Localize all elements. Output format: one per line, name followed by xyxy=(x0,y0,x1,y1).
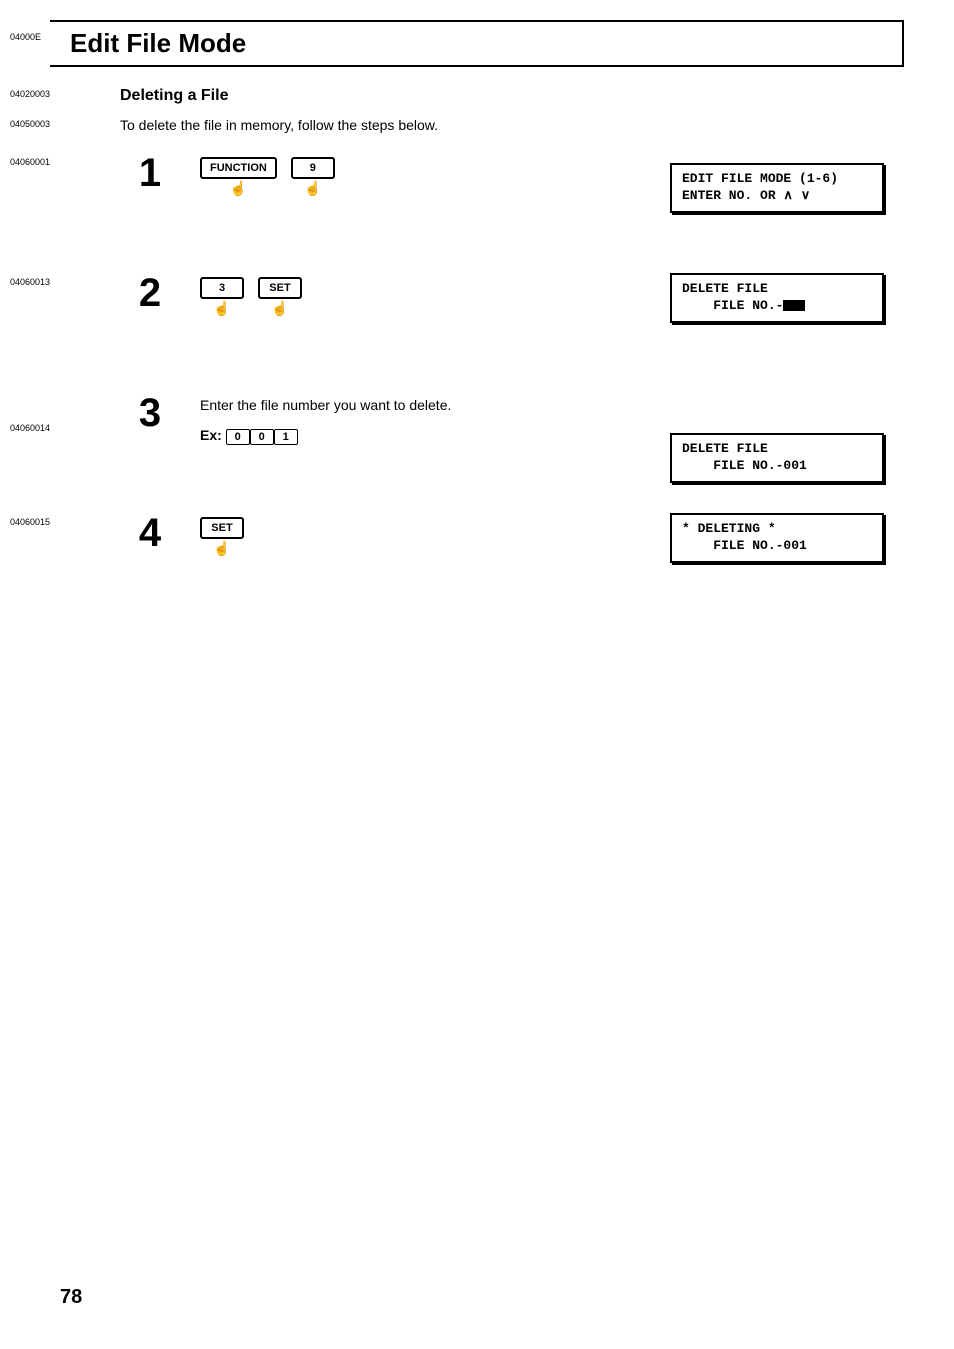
step-1: 04060001 1 FUNCTION ☝ 9 ☝ EDIT FILE MODE… xyxy=(50,153,904,233)
hand-icon: ☝ xyxy=(213,301,230,315)
lcd-display: EDIT FILE MODE (1-6) ENTER NO. OR ∧ ∨ xyxy=(670,163,884,213)
key-3: 3 ☝ xyxy=(200,277,244,315)
ex-label: Ex: xyxy=(200,427,222,443)
step-2: 04060013 2 3 ☝ SET ☝ DELETE FILE FILE NO… xyxy=(50,273,904,353)
lcd-display: * DELETING * FILE NO.-001 xyxy=(670,513,884,563)
header-code: 04000E xyxy=(10,32,41,42)
key-group: SET ☝ xyxy=(200,517,244,555)
section-code: 04020003 xyxy=(10,89,50,99)
key-9: 9 ☝ xyxy=(291,157,335,195)
page-header: 04000E Edit File Mode xyxy=(50,20,904,67)
step-number: 2 xyxy=(120,273,180,313)
key-set: SET ☝ xyxy=(258,277,302,315)
hand-icon: ☝ xyxy=(213,541,230,555)
ex-key-0: 0 xyxy=(226,429,250,445)
three-key: 3 xyxy=(200,277,244,299)
key-set: SET ☝ xyxy=(200,517,244,555)
cursor-icon xyxy=(783,300,805,311)
ex-key-2: 1 xyxy=(274,429,298,445)
nine-key: 9 xyxy=(291,157,335,179)
step-number: 3 xyxy=(120,393,180,433)
step-number: 4 xyxy=(120,513,180,553)
set-key: SET xyxy=(200,517,244,539)
key-group: 3 ☝ SET ☝ xyxy=(200,277,302,315)
lcd-display: DELETE FILE FILE NO.-001 xyxy=(670,433,884,483)
hand-icon: ☝ xyxy=(304,181,321,195)
step-instruction: Enter the file number you want to delete… xyxy=(200,397,904,413)
hand-icon: ☝ xyxy=(271,301,288,315)
hand-icon: ☝ xyxy=(230,181,247,195)
step-code: 04060001 xyxy=(10,157,50,167)
lcd-display: DELETE FILE FILE NO.- xyxy=(670,273,884,323)
step-code: 04060013 xyxy=(10,277,50,287)
intro-code: 04050003 xyxy=(10,119,50,129)
section-title-row: 04020003 Deleting a File xyxy=(50,87,904,105)
step-code: 04060014 xyxy=(10,423,50,433)
key-group: FUNCTION ☝ 9 ☝ xyxy=(200,157,335,195)
section-title: Deleting a File xyxy=(120,87,228,104)
step-code: 04060015 xyxy=(10,517,50,527)
step-3: 04060014 3 Enter the file number you wan… xyxy=(50,393,904,473)
function-key: FUNCTION xyxy=(200,157,277,179)
key-function: FUNCTION ☝ xyxy=(200,157,277,195)
intro-text: To delete the file in memory, follow the… xyxy=(120,117,438,133)
page-number: 78 xyxy=(60,1286,82,1309)
intro-row: 04050003 To delete the file in memory, f… xyxy=(50,117,904,133)
step-4: 04060015 4 SET ☝ * DELETING * FILE NO.-0… xyxy=(50,513,904,593)
step-number: 1 xyxy=(120,153,180,193)
ex-key-1: 0 xyxy=(250,429,274,445)
set-key: SET xyxy=(258,277,302,299)
page-title: Edit File Mode xyxy=(70,28,892,59)
